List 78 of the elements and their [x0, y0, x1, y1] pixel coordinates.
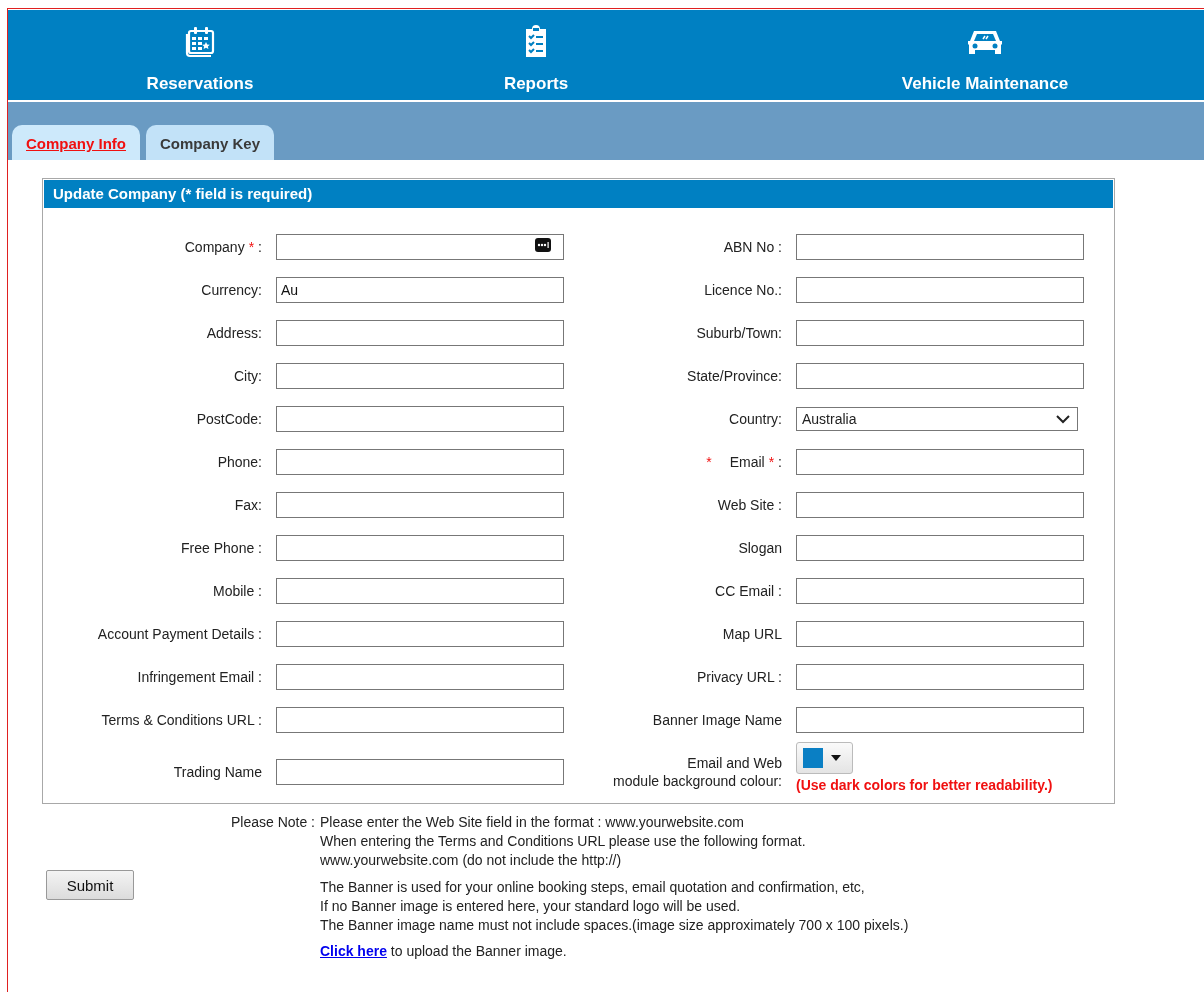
- note-text: If no Banner image is entered here, your standard logo will be used.: [320, 897, 742, 916]
- nav-button[interactable]: Reports: [392, 10, 680, 100]
- note-text: www.yourwebsite.com (do not include the http://): [320, 851, 623, 870]
- input-field[interactable]: [796, 363, 1084, 389]
- field-label: Company: [184, 239, 245, 255]
- upload-link[interactable]: Click here: [320, 943, 387, 959]
- input-field[interactable]: Au: [276, 277, 564, 303]
- upload-instruction: Click here to upload the Banner image.: [320, 942, 568, 961]
- field-label: Trading Name: [173, 763, 262, 780]
- field-label: Email and Web: [687, 754, 782, 771]
- submit-button[interactable]: Submit: [46, 870, 134, 900]
- field-label: Fax:: [234, 497, 262, 513]
- input-field[interactable]: [276, 664, 564, 690]
- field-label: Infringement Email :: [137, 669, 262, 685]
- input-field[interactable]: [276, 492, 564, 518]
- input-field[interactable]: [796, 578, 1084, 604]
- input-field[interactable]: [276, 758, 564, 785]
- input-field[interactable]: [796, 234, 1084, 260]
- input-field[interactable]: [796, 277, 1084, 303]
- input-field[interactable]: [276, 578, 564, 604]
- field-label: Suburb/Town:: [696, 325, 782, 341]
- required-mark: *: [248, 239, 255, 255]
- password-manager-icon[interactable]: [535, 238, 551, 252]
- field-label: Banner Image Name: [652, 712, 782, 728]
- note-text: When entering the Terms and Conditions URL please use the following format.: [320, 832, 807, 851]
- input-field[interactable]: [796, 621, 1084, 647]
- field-label: :: [778, 454, 782, 470]
- input-field[interactable]: [796, 535, 1084, 561]
- nav-button[interactable]: Reservations: [8, 10, 392, 100]
- field-label: Free Phone :: [181, 540, 262, 556]
- field-label: Web Site :: [717, 497, 782, 513]
- color-picker-button[interactable]: [796, 742, 853, 774]
- input-field[interactable]: [276, 707, 564, 733]
- panel-title: Update Company (* field is required): [44, 180, 1113, 208]
- country-dropdown[interactable]: Australia: [796, 407, 1078, 431]
- field-label: City:: [234, 368, 262, 384]
- input-field[interactable]: [796, 707, 1084, 733]
- field-label: Slogan: [738, 540, 782, 556]
- input-field[interactable]: [796, 320, 1084, 346]
- field-label: module background colour:: [613, 772, 782, 789]
- field-label: State/Province:: [687, 368, 782, 384]
- chevron-down-icon: [1056, 414, 1070, 424]
- input-field[interactable]: [276, 621, 564, 647]
- input-field[interactable]: [276, 449, 564, 475]
- input-field[interactable]: [276, 320, 564, 346]
- note-text: The Banner image name must not include spaces.(image size approximately 700 x 100 pixels.): [320, 916, 910, 935]
- field-label: Address:: [206, 325, 262, 341]
- field-label: PostCode:: [196, 411, 262, 427]
- required-mark: *: [768, 454, 775, 470]
- note-text: Please enter the Web Site field in the format : www.yourwebsite.com: [320, 813, 745, 832]
- input-field[interactable]: [796, 449, 1084, 475]
- field-label: Currency:: [201, 282, 262, 298]
- input-field[interactable]: [796, 492, 1084, 518]
- field-label: ABN No :: [723, 239, 782, 255]
- field-label: CC Email :: [715, 583, 782, 599]
- tab[interactable]: Company Key: [146, 125, 275, 160]
- field-label: Account Payment Details :: [97, 626, 262, 642]
- input-field[interactable]: [276, 234, 564, 260]
- caret-icon: [831, 755, 841, 761]
- field-label: Phone:: [217, 454, 262, 470]
- field-label: Email: [729, 454, 765, 470]
- field-label: Mobile :: [212, 583, 262, 599]
- field-label: :: [258, 239, 262, 255]
- nav-button[interactable]: Vehicle Maintenance: [766, 10, 1204, 100]
- note-text: The Banner is used for your online booking steps, email quotation and confirmation, etc,: [320, 878, 866, 897]
- field-label: Country:: [729, 411, 782, 427]
- input-field[interactable]: [276, 406, 564, 432]
- required-mark: *: [706, 454, 712, 470]
- calendar-icon: [183, 24, 217, 58]
- input-field[interactable]: [796, 664, 1084, 690]
- note-label: Please Note :: [229, 813, 315, 832]
- readability-hint: (Use dark colors for better readability.): [796, 777, 1053, 793]
- field-label: Privacy URL :: [696, 669, 782, 685]
- input-field[interactable]: [276, 363, 564, 389]
- field-label: Terms & Conditions URL :: [101, 712, 262, 728]
- field-label: Licence No.:: [704, 282, 782, 298]
- input-field[interactable]: [276, 535, 564, 561]
- field-label: Map URL: [722, 626, 782, 642]
